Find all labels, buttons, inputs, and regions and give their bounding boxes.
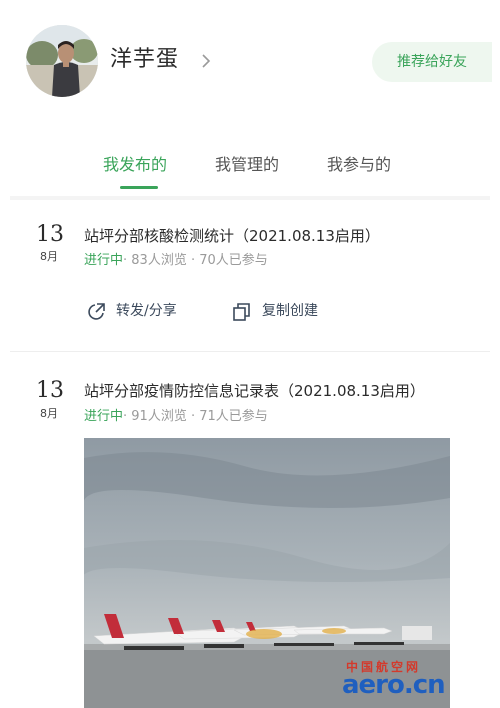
divider (10, 351, 490, 352)
card-meta: 进行中· 91人浏览 · 71人已参与 (84, 408, 268, 426)
active-tab-indicator (120, 186, 158, 189)
view-count: · 91人浏览 (123, 409, 187, 424)
participant-count: · 70人已参与 (190, 253, 268, 268)
card-meta: 进行中· 83人浏览 · 70人已参与 (84, 252, 268, 270)
tab-published[interactable]: 我发布的 (103, 154, 167, 176)
participant-count: · 71人已参与 (190, 409, 268, 424)
recommend-to-friend-button[interactable]: 推荐给好友 (372, 42, 492, 82)
copy-icon (233, 303, 250, 321)
profile-header: 洋芋蛋 推荐给好友 (0, 0, 500, 128)
view-count: · 83人浏览 (123, 253, 187, 268)
date-month: 8月 (40, 407, 58, 420)
date-day: 13 (36, 222, 64, 247)
watermark-logo: 中国航空网 aero.cn (342, 658, 492, 702)
chevron-right-icon[interactable] (199, 52, 213, 70)
copy-create-button[interactable]: 复制创建 (232, 301, 342, 323)
copy-label: 复制创建 (262, 303, 318, 319)
card-title[interactable]: 站坪分部核酸检测统计（2021.08.13启用） (84, 225, 380, 247)
watermark-main-text: aero.cn (342, 670, 446, 700)
avatar[interactable] (26, 25, 98, 97)
status-badge: 进行中 (84, 409, 124, 424)
status-badge: 进行中 (84, 253, 124, 268)
tab-bar: 我发布的 我管理的 我参与的 (0, 148, 500, 192)
share-button[interactable]: 转发/分享 (86, 301, 196, 323)
tab-managed[interactable]: 我管理的 (215, 154, 279, 176)
card-title[interactable]: 站坪分部疫情防控信息记录表（2021.08.13启用） (84, 380, 425, 402)
share-icon (88, 303, 105, 320)
tab-participated[interactable]: 我参与的 (327, 154, 391, 176)
date-month: 8月 (40, 250, 58, 263)
divider (10, 196, 490, 200)
date-day: 13 (36, 378, 64, 403)
username[interactable]: 洋芋蛋 (110, 46, 179, 74)
share-label: 转发/分享 (116, 303, 177, 319)
